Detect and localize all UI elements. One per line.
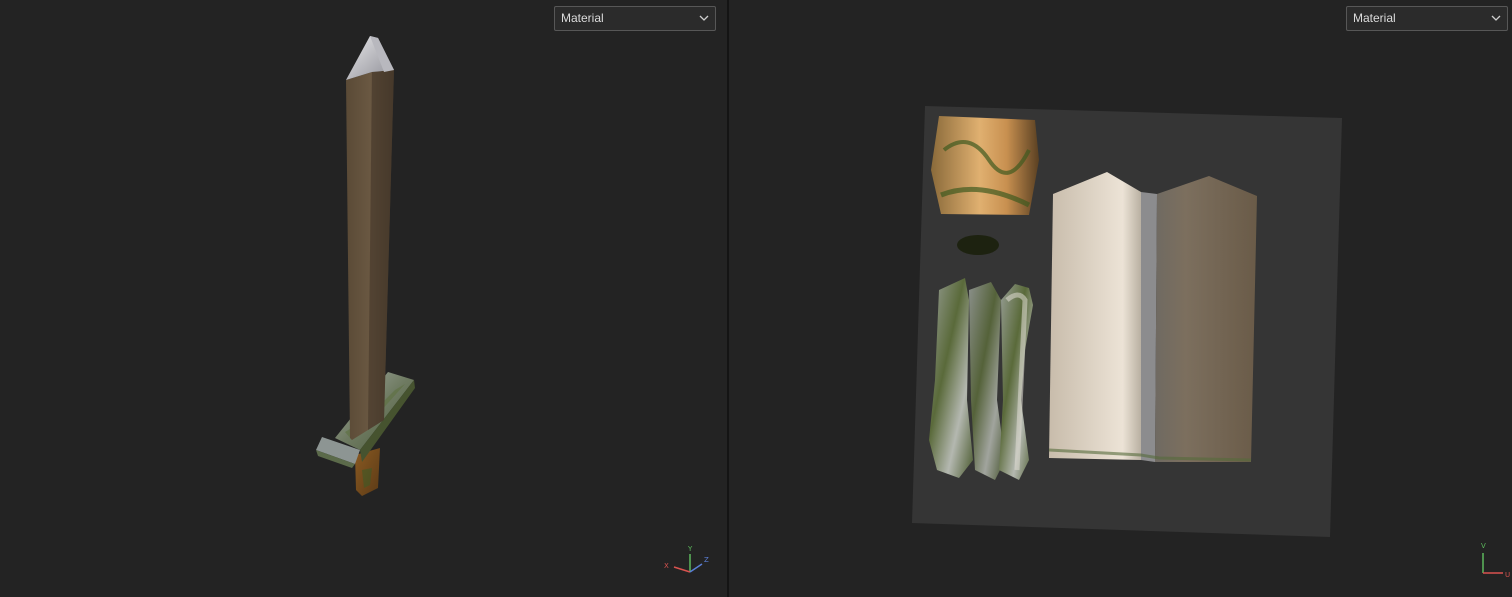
sword-model — [316, 36, 415, 496]
axis-gizmo-icon: Y X Z — [664, 545, 709, 573]
axis-v-label: V — [1481, 542, 1486, 550]
uv-viewport[interactable]: Material V U — [729, 0, 1512, 597]
uv-texture-layout — [912, 106, 1342, 537]
uv-axis-gizmo-icon: V U — [1481, 542, 1510, 579]
shading-mode-value: Material — [561, 11, 604, 25]
axis-y-label: Y — [687, 545, 693, 553]
3d-viewport[interactable]: Material Y X Z — [0, 0, 727, 597]
axis-x-label: X — [664, 562, 669, 570]
shading-mode-dropdown[interactable]: Material — [554, 6, 716, 31]
axis-z-label: Z — [704, 556, 709, 564]
shading-mode-dropdown[interactable]: Material — [1346, 6, 1508, 31]
chevron-down-icon — [699, 15, 709, 21]
shading-mode-value: Material — [1353, 11, 1396, 25]
chevron-down-icon — [1491, 15, 1501, 21]
axis-u-label: U — [1505, 571, 1510, 579]
